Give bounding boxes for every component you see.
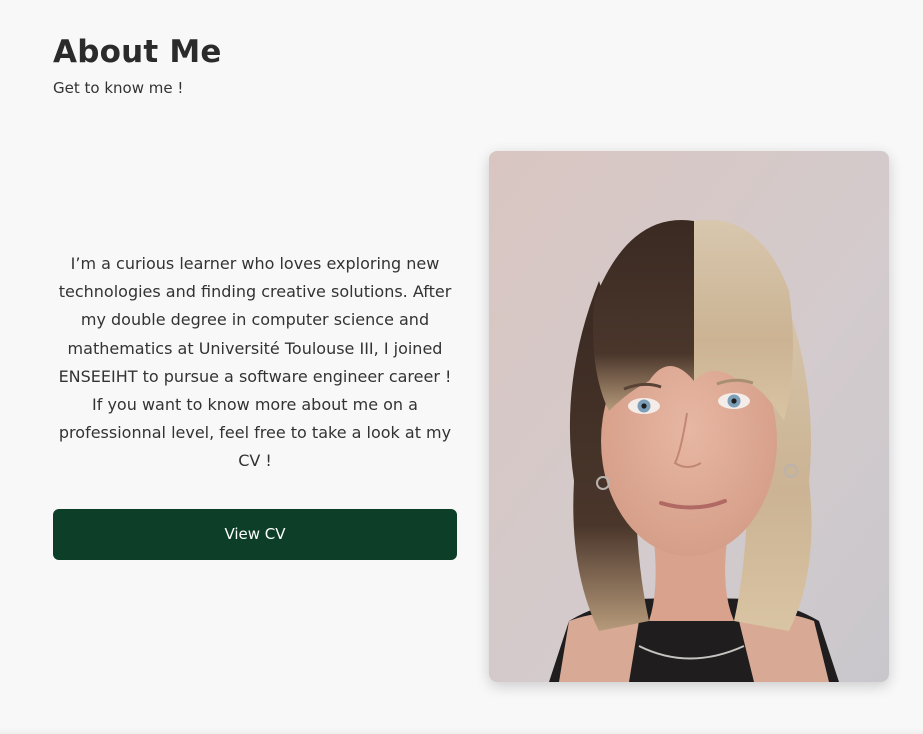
page-subtitle: Get to know me ! — [53, 79, 184, 97]
about-section: About Me Get to know me ! I’m a curious … — [0, 0, 923, 734]
section-header: About Me Get to know me ! — [53, 30, 222, 100]
bio-text: I’m a curious learner who loves explorin… — [58, 254, 452, 471]
about-text-column: I’m a curious learner who loves explorin… — [53, 250, 457, 560]
portrait-image — [489, 151, 889, 682]
section-divider — [0, 728, 923, 734]
profile-photo — [489, 151, 889, 682]
view-cv-button[interactable]: View CV — [53, 508, 457, 560]
page-title: About Me — [53, 34, 222, 70]
